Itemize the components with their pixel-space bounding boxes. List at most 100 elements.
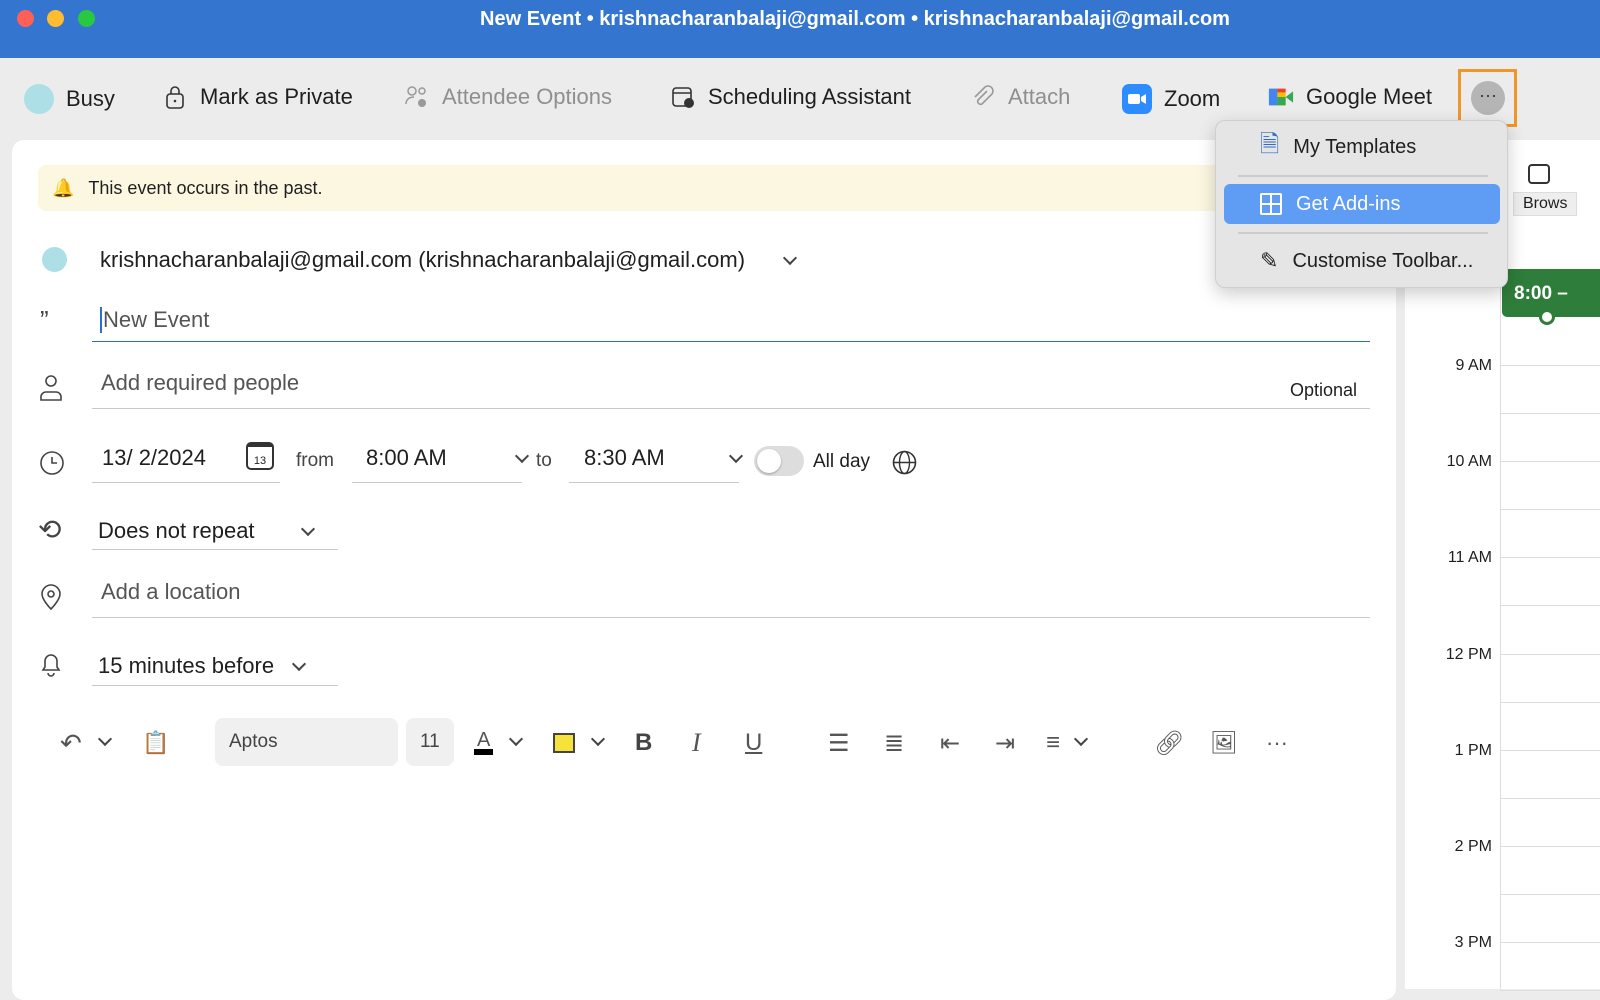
calendar-selector[interactable]: krishnacharanbalaji@gmail.com (krishnach… xyxy=(100,247,798,273)
paperclip-icon xyxy=(974,85,994,106)
indent-icon: ⇥ xyxy=(995,729,1016,757)
numbered-list-icon: ≣ xyxy=(884,729,905,757)
paste-button[interactable]: 📋 xyxy=(142,720,169,766)
all-day-toggle[interactable] xyxy=(754,446,804,476)
browse-icon xyxy=(1528,164,1550,184)
chevron-down-icon xyxy=(514,448,529,464)
underline-button[interactable]: U xyxy=(745,720,762,766)
font-family-select[interactable]: Aptos xyxy=(215,718,398,766)
hour-label: 12 PM xyxy=(1445,645,1492,663)
hour-gridline xyxy=(1500,413,1600,414)
hour-label: 1 PM xyxy=(1454,741,1492,759)
align-icon: ≡ xyxy=(1046,729,1061,756)
hour-label: 11 AM xyxy=(1447,549,1492,567)
title-input[interactable]: New Event xyxy=(100,307,209,333)
numbered-list-button[interactable]: ≣ xyxy=(884,720,904,766)
undo-button[interactable]: ↶ xyxy=(60,720,112,766)
location-input[interactable]: Add a location xyxy=(101,579,240,605)
scheduling-assistant-button[interactable]: Scheduling Assistant xyxy=(670,84,911,110)
zoom-logo-icon xyxy=(1122,84,1152,114)
busy-button[interactable]: Busy xyxy=(24,84,115,114)
from-label: from xyxy=(296,450,334,471)
to-label: to xyxy=(536,450,552,471)
optional-people-link[interactable]: Optional xyxy=(1290,380,1357,401)
chevron-down-icon xyxy=(1073,731,1089,747)
event-resize-handle[interactable] xyxy=(1539,309,1555,325)
chevron-down-icon xyxy=(728,448,743,464)
bell-icon: 🔔 xyxy=(52,177,75,198)
hour-gridline xyxy=(1500,797,1600,799)
hour-gridline xyxy=(1500,605,1600,607)
highlight-button[interactable] xyxy=(553,720,606,766)
menu-item-customise-toolbar[interactable]: ✎ Customise Toolbar... xyxy=(1224,241,1500,281)
font-size-select[interactable]: 11 xyxy=(406,718,454,766)
person-icon xyxy=(40,375,62,401)
hour-gridline xyxy=(1500,894,1600,895)
scheduling-assistant-label: Scheduling Assistant xyxy=(708,84,912,109)
date-picker-icon[interactable]: 13 xyxy=(246,442,274,470)
hour-label: 9 AM xyxy=(1455,357,1492,374)
chevron-down-icon xyxy=(782,250,798,266)
font-color-button[interactable]: A xyxy=(474,720,524,766)
clock-icon xyxy=(40,451,64,475)
divider xyxy=(92,482,280,483)
menu-item-label: My Templates xyxy=(1293,135,1417,158)
hour-gridline xyxy=(1500,461,1600,463)
date-input[interactable]: 13/ 2/2024 xyxy=(102,445,206,471)
banner-text: This event occurs in the past. xyxy=(88,177,323,198)
divider xyxy=(92,408,1370,409)
bullet-list-button[interactable]: ☰ xyxy=(828,720,850,766)
attendee-options-button[interactable]: Attendee Options xyxy=(404,84,612,110)
title-bar: New Event • krishnacharanbalaji@gmail.co… xyxy=(0,0,1600,58)
browse-button[interactable]: Brows xyxy=(1513,160,1600,218)
hour-gridline xyxy=(1500,365,1600,366)
divider xyxy=(92,617,1370,618)
attendee-options-label: Attendee Options xyxy=(442,84,613,109)
italic-button[interactable]: I xyxy=(692,720,701,766)
menu-separator xyxy=(1238,175,1488,177)
globe-icon[interactable] xyxy=(891,449,918,476)
browse-label: Brows xyxy=(1513,192,1578,216)
zoom-button[interactable]: Zoom xyxy=(1122,84,1220,114)
quote-icon: ” xyxy=(40,305,49,335)
pen-icon: ✎ xyxy=(1260,248,1279,273)
more-format-button[interactable]: ··· xyxy=(1266,720,1288,766)
end-time-select[interactable]: 8:30 AM xyxy=(584,445,743,471)
google-meet-label: Google Meet xyxy=(1306,84,1432,109)
insert-image-button[interactable]: 🖼︎ xyxy=(1210,720,1238,766)
chevron-down-icon xyxy=(590,731,606,747)
menu-item-get-add-ins[interactable]: Get Add-ins xyxy=(1224,184,1500,224)
start-time-select[interactable]: 8:00 AM xyxy=(366,445,529,471)
mark-private-button[interactable]: Mark as Private xyxy=(162,84,353,110)
more-options-button[interactable]: ··· xyxy=(1458,69,1517,127)
end-time: 8:30 AM xyxy=(584,445,665,470)
calendar-color-icon xyxy=(42,247,67,272)
lock-icon xyxy=(166,86,184,109)
all-day-label: All day xyxy=(813,451,871,472)
google-meet-button[interactable]: Google Meet xyxy=(1268,84,1432,110)
hour-gridline xyxy=(1500,557,1600,559)
hour-label: 2 PM xyxy=(1454,838,1492,855)
bell-icon xyxy=(41,654,61,677)
hour-label: 3 PM xyxy=(1454,934,1492,952)
font-color-icon: A xyxy=(474,730,494,755)
bold-button[interactable]: B xyxy=(635,720,652,766)
menu-item-my-templates[interactable]: 🗎 My Templates xyxy=(1224,127,1500,167)
template-icon: 🗎 xyxy=(1260,130,1280,158)
align-button[interactable]: ≡ xyxy=(1046,720,1089,766)
repeat-select[interactable]: Does not repeat xyxy=(98,518,315,544)
reminder-select[interactable]: 15 minutes before xyxy=(98,653,307,679)
past-event-banner: 🔔 This event occurs in the past. xyxy=(38,165,1238,211)
increase-indent-button[interactable]: ⇥ xyxy=(995,720,1015,766)
required-people-input[interactable]: Add required people xyxy=(101,370,299,396)
hour-gridline xyxy=(1500,653,1600,655)
link-button[interactable]: 🔗︎ xyxy=(1154,720,1184,766)
chevron-down-icon xyxy=(509,731,524,747)
title-value: New Event xyxy=(103,307,210,332)
decrease-indent-button[interactable]: ⇤ xyxy=(940,720,960,766)
calendar-account: krishnacharanbalaji@gmail.com (krishnach… xyxy=(100,247,746,272)
attach-button[interactable]: Attach xyxy=(970,84,1070,110)
location-pin-icon xyxy=(41,584,61,611)
add-ins-icon xyxy=(1260,193,1282,215)
zoom-label: Zoom xyxy=(1164,86,1221,111)
